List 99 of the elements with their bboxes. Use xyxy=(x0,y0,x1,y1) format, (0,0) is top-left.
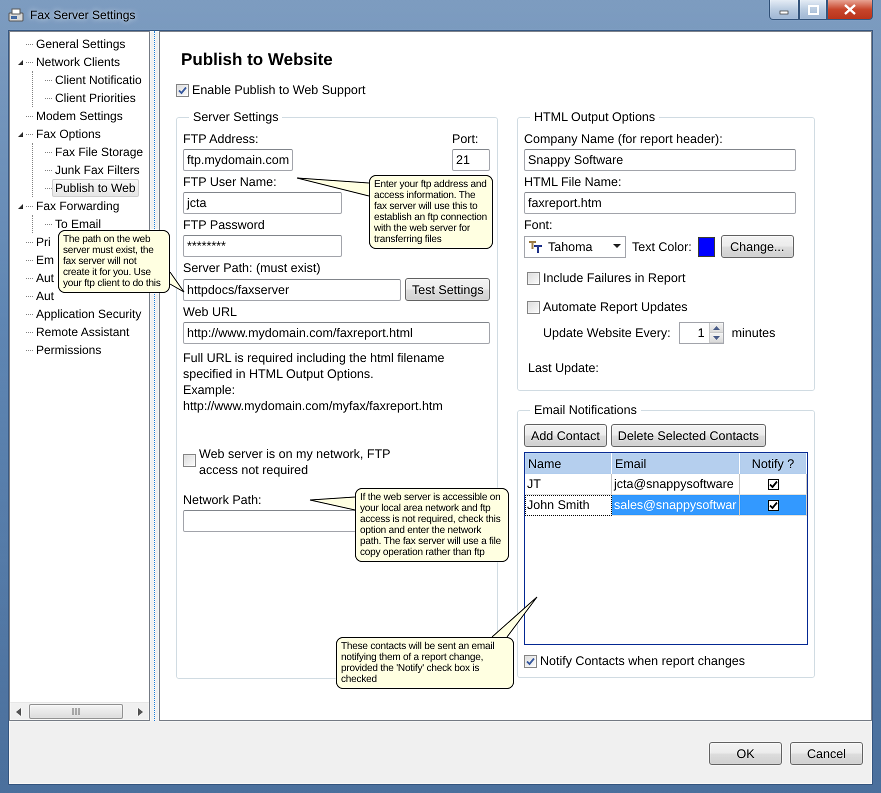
table-cell[interactable]: JT xyxy=(525,474,612,495)
tree-item[interactable]: Pri xyxy=(33,233,54,251)
checkbox[interactable] xyxy=(524,654,537,668)
tree-item[interactable]: Fax Options xyxy=(33,125,104,143)
checkbox-label: Enable Publish to Web Support xyxy=(192,82,366,98)
table-cell[interactable]: jcta@snappysoftware xyxy=(612,474,740,495)
spin-up-icon[interactable] xyxy=(710,323,723,333)
tooltip: If the web server is accessible on your local area network and ftp access is not required, check this option and enter the network path. The fax server will use a file copy operation rather than ftp xyxy=(355,488,509,562)
port-field[interactable]: 21 xyxy=(452,149,490,171)
checkbox-label: Notify Contacts when report changes xyxy=(540,653,745,669)
checkbox[interactable] xyxy=(768,500,778,510)
tooltip-pointer xyxy=(170,272,184,292)
tree-item[interactable]: Publish to Web xyxy=(52,179,138,197)
help-text: Full URL is required including the html filename specified in HTML Output Options. xyxy=(183,350,446,382)
tree-item[interactable]: Junk Fax Filters xyxy=(52,161,143,179)
tooltip: These contacts will be sent an email notifying them of a report change, provided the 'Notify' check box is checked xyxy=(336,637,514,689)
user-name-field[interactable]: jcta xyxy=(183,192,342,214)
ftp-address-field[interactable]: ftp.mydomain.com xyxy=(183,149,294,171)
tooltip: Enter your ftp address and access information. The fax server will use this to establish an ftp connection with the web server for transferring files xyxy=(369,175,493,249)
dropdown-arrow-icon xyxy=(613,244,621,249)
server-path-field[interactable]: httpdocs/faxserver xyxy=(183,278,401,300)
tree-item[interactable]: Fax File Storage xyxy=(52,143,146,161)
font-dropdown[interactable]: Tahoma xyxy=(524,236,626,258)
field-label: FTP Password xyxy=(183,217,265,233)
font-icon xyxy=(529,240,542,252)
minimize-button[interactable] xyxy=(769,0,799,20)
field-label: Web URL xyxy=(183,304,237,320)
password-field[interactable]: ******** xyxy=(183,235,342,257)
tree-item[interactable]: General Settings xyxy=(33,35,128,53)
horizontal-scrollbar[interactable] xyxy=(10,702,149,720)
column-header[interactable]: Email xyxy=(612,453,740,474)
help-text: Example: xyxy=(183,382,236,398)
collapse-triangle-icon[interactable] xyxy=(16,130,24,138)
field-label: Network Path: xyxy=(183,492,262,508)
field-label: Port: xyxy=(452,131,478,147)
checkbox-label: Web server is on my network, FTP access not required xyxy=(199,446,392,478)
dialog-button[interactable]: OK xyxy=(709,742,782,765)
example-url: http://www.mydomain.com/myfax/faxreport.htm xyxy=(183,398,444,414)
tree-item[interactable]: To Email xyxy=(52,215,104,233)
company-name-field[interactable]: Snappy Software xyxy=(524,149,796,171)
checkbox[interactable] xyxy=(176,84,189,96)
tree-item[interactable]: Em xyxy=(33,251,57,269)
close-button[interactable] xyxy=(827,0,873,20)
field-label: Update Website Every: xyxy=(543,325,671,341)
checkbox[interactable] xyxy=(768,478,778,490)
close-icon xyxy=(844,4,856,15)
checkbox-label: Automate Report Updates xyxy=(543,299,688,315)
unit-label: minutes xyxy=(732,325,776,341)
field-label: Company Name (for report header): xyxy=(524,131,723,147)
tree-item[interactable]: Remote Assistant xyxy=(33,323,132,341)
tree-item[interactable]: Client Priorities xyxy=(52,89,139,107)
tree-item[interactable]: Client Notificatio xyxy=(52,71,145,89)
font-name: Tahoma xyxy=(548,240,592,254)
tree-item[interactable]: Application Security xyxy=(33,305,144,323)
contact-button[interactable]: Add Contact xyxy=(524,424,607,447)
tree-item[interactable]: Aut xyxy=(33,287,58,305)
file-name-field[interactable]: faxreport.htm xyxy=(524,192,796,214)
tooltip-pointer xyxy=(492,597,537,637)
contact-button[interactable]: Delete Selected Contacts xyxy=(610,424,766,447)
maximize-icon xyxy=(808,4,818,14)
column-header[interactable]: Name xyxy=(525,453,612,474)
group-title: Email Notifications xyxy=(533,403,638,417)
field-label: HTML File Name: xyxy=(524,174,622,190)
tooltip-pointer xyxy=(297,178,369,196)
dialog-button[interactable]: Cancel xyxy=(790,742,863,765)
page-title: Publish to Website xyxy=(180,49,334,71)
window-title: Fax Server Settings xyxy=(30,8,136,22)
interval-value: 1 xyxy=(696,325,706,342)
interval-spinner[interactable]: 1 xyxy=(678,322,724,344)
web-url-field[interactable]: http://www.mydomain.com/faxreport.html xyxy=(183,322,490,344)
field-label: Text Color: xyxy=(632,238,692,254)
group-title: HTML Output Options xyxy=(533,110,656,124)
field-label: FTP Address: xyxy=(183,131,258,147)
tooltip-pointer xyxy=(310,497,355,510)
field-label: Server Path: (must exist) xyxy=(183,260,321,276)
test-settings-button[interactable]: Test Settings xyxy=(405,278,490,301)
checkbox[interactable] xyxy=(527,300,540,314)
change-button[interactable]: Change... xyxy=(720,235,794,258)
tree-item[interactable]: Fax Forwarding xyxy=(33,197,122,215)
table-cell[interactable]: John Smith xyxy=(525,495,612,516)
tree-item[interactable]: Permissions xyxy=(33,341,104,359)
tree-item[interactable]: Aut xyxy=(33,269,58,287)
maximize-button[interactable] xyxy=(799,0,827,20)
checkbox[interactable] xyxy=(527,272,540,284)
spin-down-icon[interactable] xyxy=(710,333,723,343)
tree-item[interactable]: Modem Settings xyxy=(33,107,126,125)
collapse-triangle-icon[interactable] xyxy=(16,202,24,210)
scroll-thumb[interactable] xyxy=(29,704,123,719)
group-title: Server Settings xyxy=(192,110,280,124)
fax-icon xyxy=(8,7,24,23)
tree-item[interactable]: Network Clients xyxy=(33,53,124,71)
last-update-label: Last Update: xyxy=(527,360,600,376)
column-header[interactable]: Notify ? xyxy=(740,453,807,474)
collapse-triangle-icon[interactable] xyxy=(16,58,24,66)
tooltip: The path on the web server must exist, the fax server will not create it for you. Use your ftp client to do this xyxy=(58,230,170,293)
field-label: Font: xyxy=(524,217,552,233)
field-label: FTP User Name: xyxy=(183,174,277,190)
checkbox-label: Include Failures in Report xyxy=(543,270,686,286)
checkbox[interactable] xyxy=(183,454,196,467)
